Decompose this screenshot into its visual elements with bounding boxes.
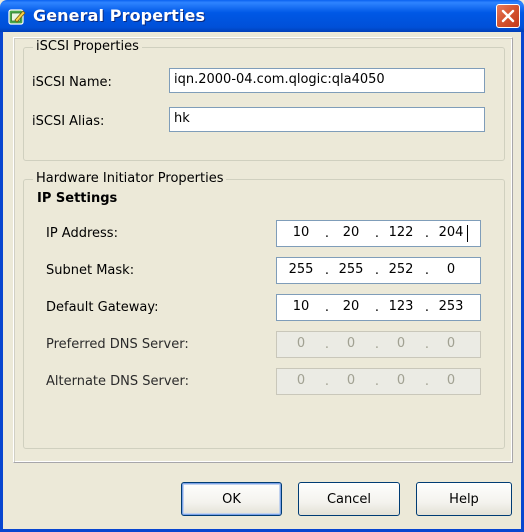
close-icon: [501, 9, 515, 23]
ip-field-label: IP Address:: [46, 226, 118, 241]
hardware-initiator-group: Hardware Initiator Properties IP Setting…: [23, 171, 505, 449]
hardware-initiator-legend: Hardware Initiator Properties: [33, 171, 227, 186]
ip-octet: 0: [296, 373, 306, 388]
ip-separator: .: [424, 226, 430, 241]
ip-separator: .: [424, 263, 430, 278]
close-button[interactable]: [496, 4, 520, 28]
ip-octet[interactable]: 122: [381, 225, 421, 240]
ip-octet[interactable]: 204: [431, 225, 471, 240]
ip-separator: .: [424, 300, 430, 315]
iscsi-properties-group: iSCSI Properties iSCSI Name: iqn.2000-04…: [23, 39, 505, 161]
ip-settings-heading: IP Settings: [37, 191, 118, 206]
ip-octet: 0: [396, 336, 406, 351]
help-button[interactable]: Help: [416, 482, 512, 516]
iscsi-alias-label: iSCSI Alias:: [32, 114, 105, 129]
ip-octet[interactable]: 253: [431, 299, 471, 314]
ip-octet[interactable]: 10: [281, 299, 321, 314]
title-bar[interactable]: General Properties: [0, 0, 524, 32]
ip-address-input[interactable]: 255. 255. 252. 0: [276, 257, 481, 284]
ip-separator: .: [324, 263, 330, 278]
ip-address-input[interactable]: 10. 20. 122. 204: [276, 220, 481, 247]
ip-octet[interactable]: 0: [431, 262, 471, 277]
window-title: General Properties: [33, 6, 206, 25]
ip-field-label: Preferred DNS Server:: [46, 337, 189, 352]
properties-panel: iSCSI Properties iSCSI Name: iqn.2000-04…: [13, 37, 513, 463]
ip-separator: .: [324, 300, 330, 315]
iscsi-alias-field[interactable]: hk: [169, 107, 485, 132]
ip-field-label: Subnet Mask:: [46, 263, 135, 278]
ok-button[interactable]: OK: [181, 482, 282, 516]
ip-octet[interactable]: 255: [281, 262, 321, 277]
ip-octet: 0: [446, 373, 456, 388]
ip-octet[interactable]: 123: [381, 299, 421, 314]
ip-octet[interactable]: 10: [281, 225, 321, 240]
cancel-button[interactable]: Cancel: [298, 482, 400, 516]
ip-field-label: Default Gateway:: [46, 300, 159, 315]
ip-separator: .: [374, 226, 380, 241]
ip-octet: 0: [396, 373, 406, 388]
edit-properties-icon: [8, 7, 26, 25]
ip-separator: .: [324, 226, 330, 241]
ip-separator: .: [324, 374, 330, 389]
ip-separator: .: [374, 300, 380, 315]
ip-separator: .: [374, 337, 380, 352]
text-caret: [467, 225, 468, 242]
ip-separator: .: [424, 374, 430, 389]
ip-octet[interactable]: 20: [331, 225, 371, 240]
ip-octet[interactable]: 20: [331, 299, 371, 314]
ip-separator: .: [374, 374, 380, 389]
ip-separator: .: [324, 337, 330, 352]
ip-octet: 0: [446, 336, 456, 351]
ip-octet: 0: [346, 336, 356, 351]
ip-separator: .: [374, 263, 380, 278]
ip-separator: .: [424, 337, 430, 352]
ip-address-input: 0. 0. 0. 0: [276, 331, 481, 358]
iscsi-name-field[interactable]: iqn.2000-04.com.qlogic:qla4050: [169, 68, 485, 93]
iscsi-name-label: iSCSI Name:: [32, 75, 112, 90]
ip-field-label: Alternate DNS Server:: [46, 374, 190, 389]
ip-octet[interactable]: 252: [381, 262, 421, 277]
ip-address-input: 0. 0. 0. 0: [276, 368, 481, 395]
ip-octet[interactable]: 255: [331, 262, 371, 277]
iscsi-properties-legend: iSCSI Properties: [33, 39, 142, 54]
ip-address-input[interactable]: 10. 20. 123. 253: [276, 294, 481, 321]
ip-octet: 0: [346, 373, 356, 388]
ip-octet: 0: [296, 336, 306, 351]
